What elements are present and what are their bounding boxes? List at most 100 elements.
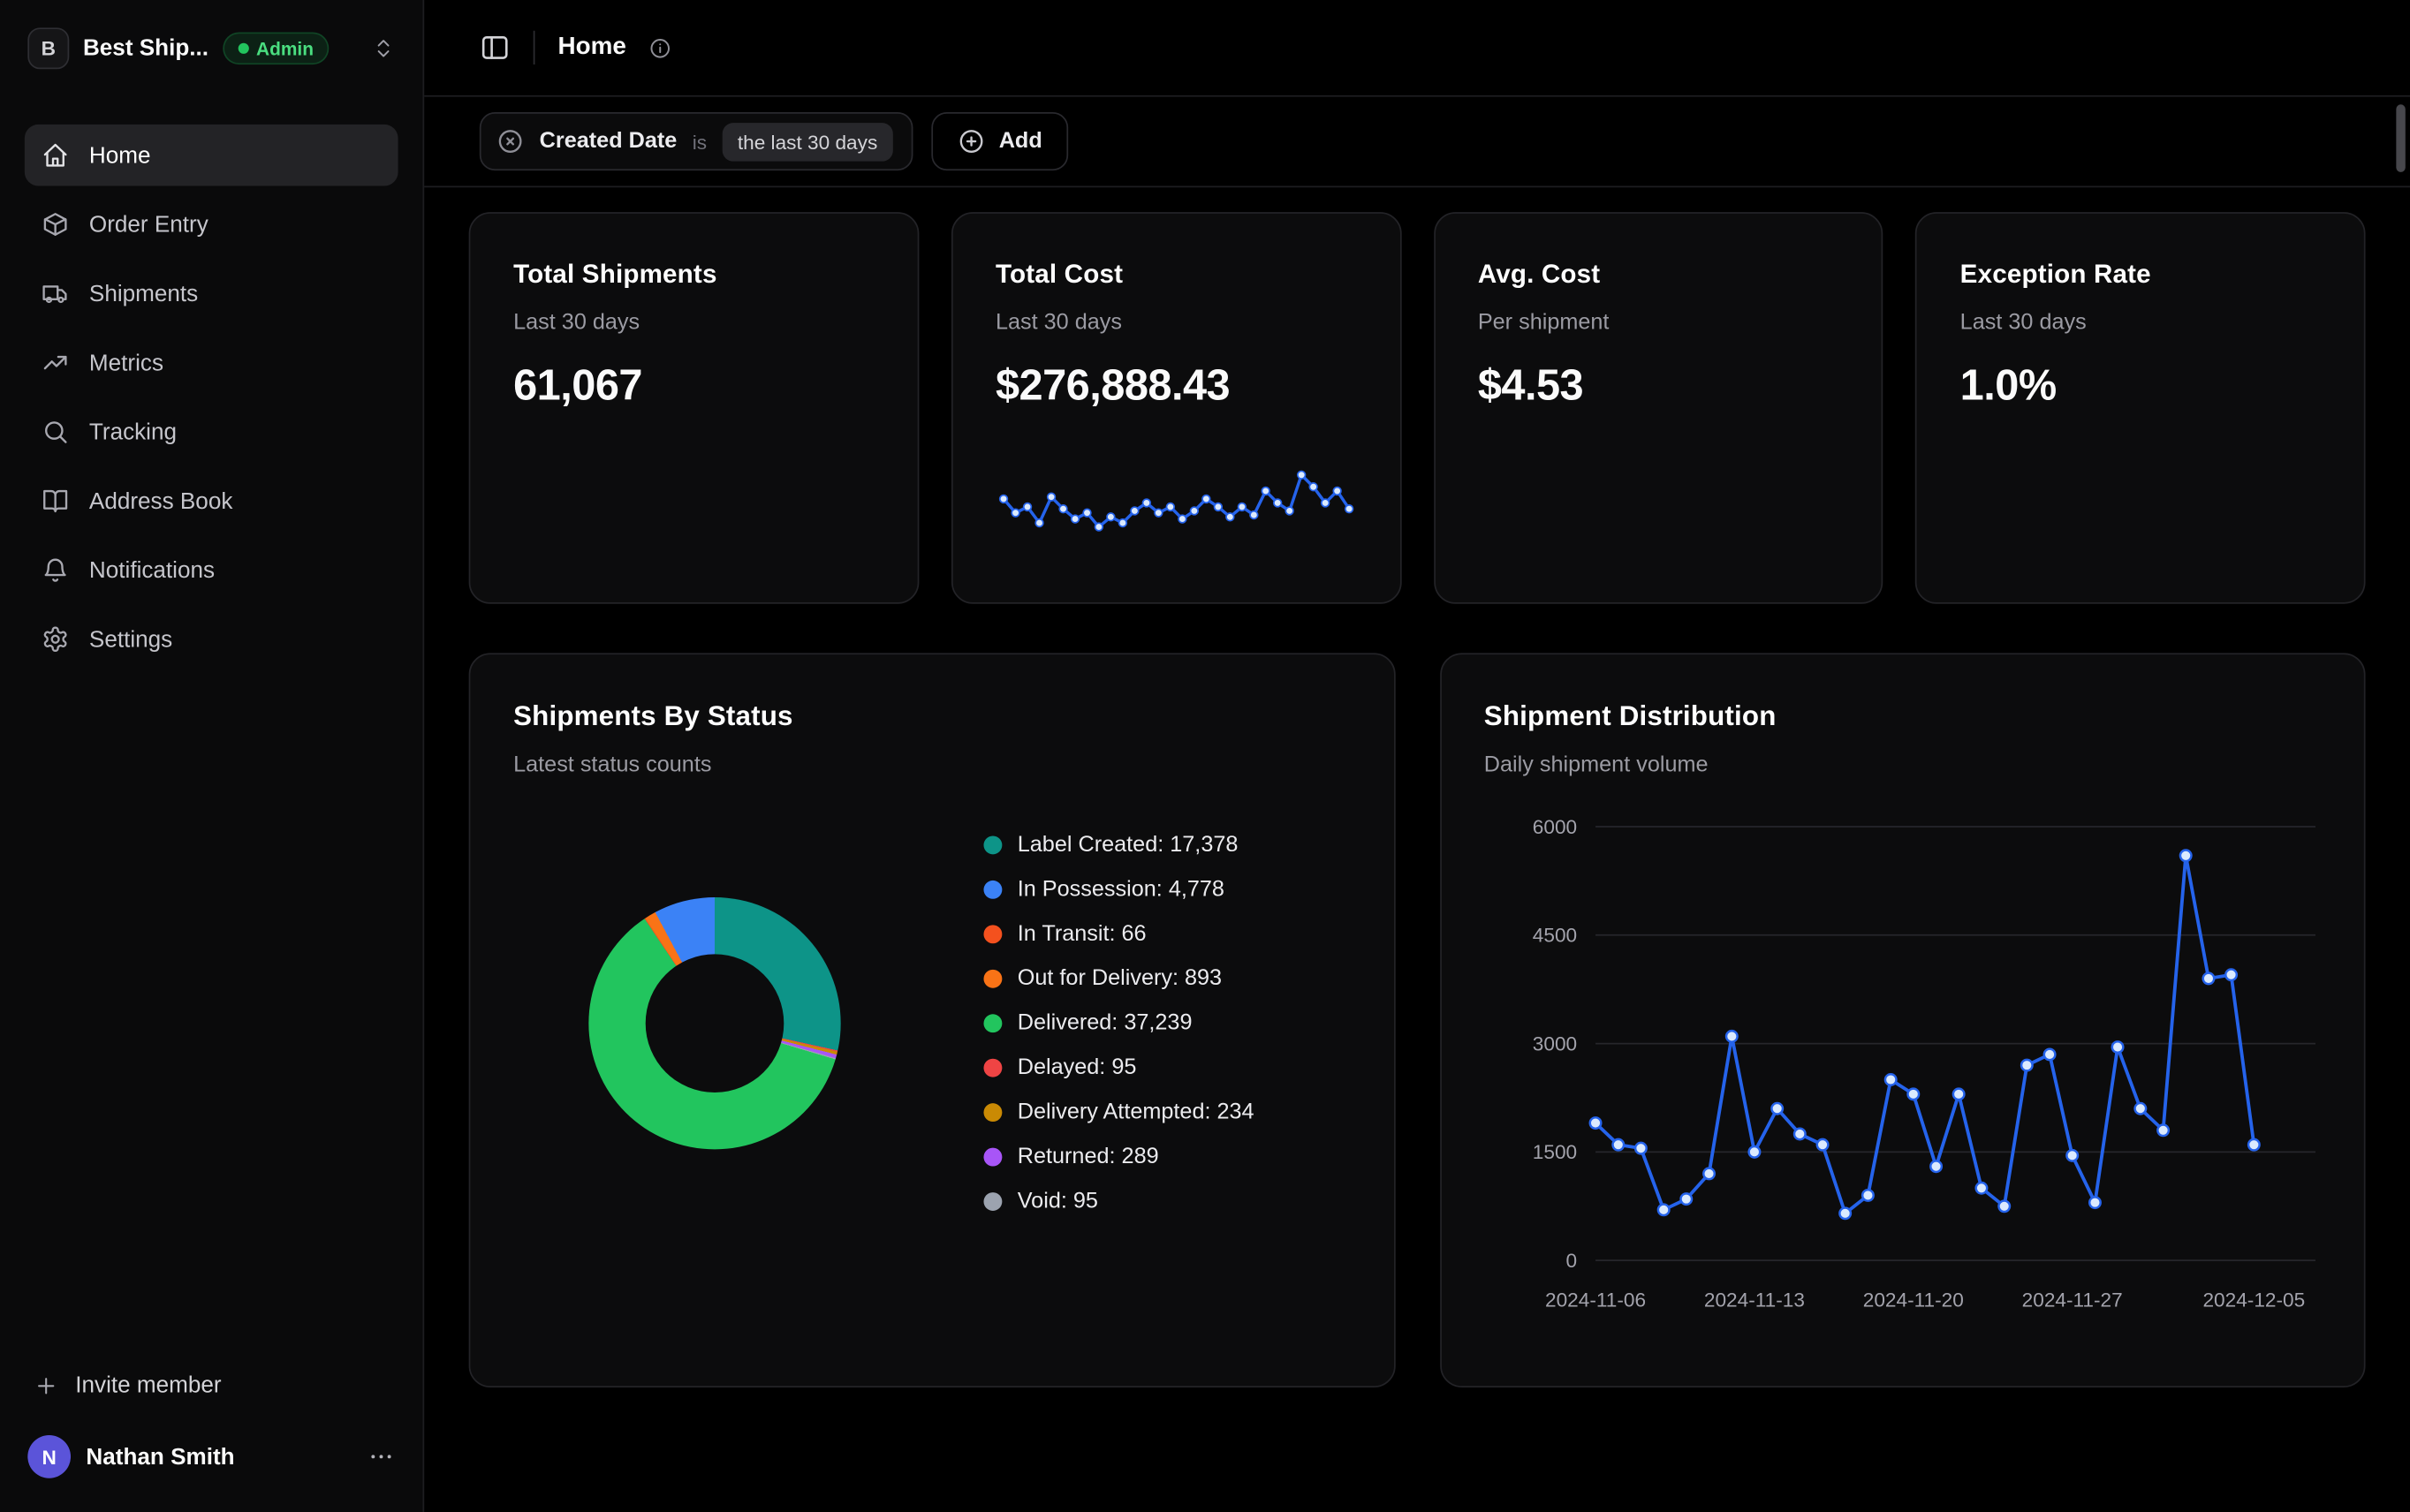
svg-text:6000: 6000 <box>1532 816 1576 838</box>
legend-item-in-possession: In Possession: 4,778 <box>983 877 1254 902</box>
filter-field: Created Date <box>540 129 678 154</box>
legend-item-out-for-delivery: Out for Delivery: 893 <box>983 966 1254 991</box>
admin-badge: Admin <box>223 33 330 65</box>
stat-card-title: Total Cost <box>996 260 1356 291</box>
legend-dot <box>983 1148 1002 1167</box>
workspace-name: Best Ship... <box>83 35 208 62</box>
stat-card-subtitle: Last 30 days <box>996 310 1356 335</box>
legend-item-delayed: Delayed: 95 <box>983 1055 1254 1080</box>
legend-dot <box>983 1014 1002 1032</box>
user-menu[interactable]: N Nathan Smith <box>25 1432 398 1481</box>
donut-legend: Label Created: 17,378 In Possession: 4,77… <box>983 833 1254 1213</box>
page-title: Home <box>558 34 626 61</box>
legend-item-delivered: Delivered: 37,239 <box>983 1011 1254 1036</box>
stat-card-subtitle: Per shipment <box>1478 310 1838 335</box>
user-avatar: N <box>27 1435 71 1478</box>
trend-icon <box>42 349 69 376</box>
invite-member-button[interactable]: Invite member <box>25 1363 398 1407</box>
book-icon <box>42 488 69 515</box>
stat-card-title: Total Shipments <box>513 260 874 291</box>
user-name: Nathan Smith <box>86 1444 234 1470</box>
svg-text:1500: 1500 <box>1532 1141 1576 1163</box>
stat-card-total-shipments: Total Shipments Last 30 days 61,067 <box>469 212 919 604</box>
svg-text:2024-11-27: 2024-11-27 <box>2021 1289 2122 1311</box>
stat-card-value: 61,067 <box>513 361 874 411</box>
remove-filter-icon[interactable] <box>496 127 524 155</box>
daily-volume-line-chart: 015003000450060002024-11-062024-11-13202… <box>1484 799 2321 1330</box>
package-icon <box>42 210 69 238</box>
stat-card-exception-rate: Exception Rate Last 30 days 1.0% <box>1915 212 2365 604</box>
legend-label: In Transit: 66 <box>1018 922 1147 947</box>
workspace-switcher[interactable]: B Best Ship... Admin <box>25 25 398 72</box>
chevrons-up-down-icon[interactable] <box>372 37 395 60</box>
truck-icon <box>42 280 69 307</box>
filter-value-badge[interactable]: the last 30 days <box>722 122 892 160</box>
charts-row: Shipments By Status Latest status counts… <box>469 653 2366 1387</box>
sidebar-item-address-book[interactable]: Address Book <box>25 470 398 532</box>
dashboard-content: Total Shipments Last 30 days 61,067 Total C… <box>424 187 2410 1512</box>
invite-member-label: Invite member <box>75 1372 221 1399</box>
sidebar-item-label: Home <box>89 142 151 169</box>
legend-label: Void: 95 <box>1018 1190 1098 1214</box>
created-date-filter[interactable]: Created Date is the last 30 days <box>480 112 913 170</box>
sidebar-spacer <box>25 670 398 1364</box>
legend-item-void: Void: 95 <box>983 1190 1254 1214</box>
sidebar-toggle-icon[interactable] <box>480 33 511 64</box>
sidebar-item-settings[interactable]: Settings <box>25 609 398 670</box>
sidebar: B Best Ship... Admin Home Order Entry Ship… <box>0 0 424 1512</box>
sidebar-item-tracking[interactable]: Tracking <box>25 401 398 463</box>
legend-dot <box>983 1192 1002 1211</box>
sidebar-item-notifications[interactable]: Notifications <box>25 540 398 601</box>
sidebar-item-label: Address Book <box>89 488 232 514</box>
sidebar-item-shipments[interactable]: Shipments <box>25 263 398 325</box>
sidebar-nav: Home Order Entry Shipments Metrics Tracking A… <box>25 125 398 670</box>
legend-dot <box>983 1059 1002 1077</box>
gear-icon <box>42 625 69 653</box>
stat-card-value: 1.0% <box>1960 361 2321 411</box>
filter-bar: Created Date is the last 30 days Add <box>424 97 2410 188</box>
legend-dot <box>983 881 1002 899</box>
stat-card-value: $276,888.43 <box>996 361 1356 411</box>
stat-cards-row: Total Shipments Last 30 days 61,067 Total C… <box>469 212 2366 604</box>
sidebar-item-home[interactable]: Home <box>25 125 398 186</box>
home-icon <box>42 141 69 169</box>
total-cost-sparkline-chart <box>996 463 1356 540</box>
sidebar-item-label: Order Entry <box>89 211 208 238</box>
admin-badge-label: Admin <box>256 38 314 59</box>
stat-card-subtitle: Last 30 days <box>1960 310 2321 335</box>
sidebar-item-metrics[interactable]: Metrics <box>25 332 398 394</box>
legend-item-label-created: Label Created: 17,378 <box>983 833 1254 858</box>
legend-item-delivery-attempted: Delivery Attempted: 234 <box>983 1100 1254 1125</box>
add-filter-button[interactable]: Add <box>931 112 1068 170</box>
chart-subtitle: Daily shipment volume <box>1484 753 2321 778</box>
legend-dot <box>983 835 1002 854</box>
stat-card-value: $4.53 <box>1478 361 1838 411</box>
shipments-by-status-card: Shipments By Status Latest status counts… <box>469 653 1395 1387</box>
legend-dot <box>983 925 1002 943</box>
stat-card-title: Avg. Cost <box>1478 260 1838 291</box>
chart-title: Shipments By Status <box>513 700 1350 733</box>
svg-text:2024-11-20: 2024-11-20 <box>1862 1289 1963 1311</box>
stat-card-subtitle: Last 30 days <box>513 310 874 335</box>
stat-card-title: Exception Rate <box>1960 260 2321 291</box>
stat-card-avg-cost: Avg. Cost Per shipment $4.53 <box>1433 212 1883 604</box>
shipment-distribution-card: Shipment Distribution Daily shipment vol… <box>1439 653 2365 1387</box>
topbar: Home <box>424 0 2410 97</box>
sidebar-item-label: Settings <box>89 626 172 653</box>
scrollbar[interactable] <box>2396 104 2405 172</box>
sidebar-item-order-entry[interactable]: Order Entry <box>25 193 398 255</box>
sidebar-item-label: Tracking <box>89 419 177 445</box>
legend-label: Label Created: 17,378 <box>1018 833 1239 858</box>
legend-dot <box>983 970 1002 988</box>
svg-text:4500: 4500 <box>1532 925 1576 947</box>
ellipsis-icon[interactable] <box>368 1443 395 1470</box>
sidebar-item-label: Metrics <box>89 350 163 376</box>
add-filter-label: Add <box>999 129 1042 154</box>
svg-text:2024-12-05: 2024-12-05 <box>2202 1289 2305 1311</box>
info-icon[interactable] <box>649 36 672 59</box>
chart-subtitle: Latest status counts <box>513 753 1350 778</box>
workspace-avatar: B <box>27 27 69 69</box>
legend-item-in-transit: In Transit: 66 <box>983 922 1254 947</box>
svg-text:0: 0 <box>1565 1250 1577 1272</box>
legend-label: Delivered: 37,239 <box>1018 1011 1193 1036</box>
